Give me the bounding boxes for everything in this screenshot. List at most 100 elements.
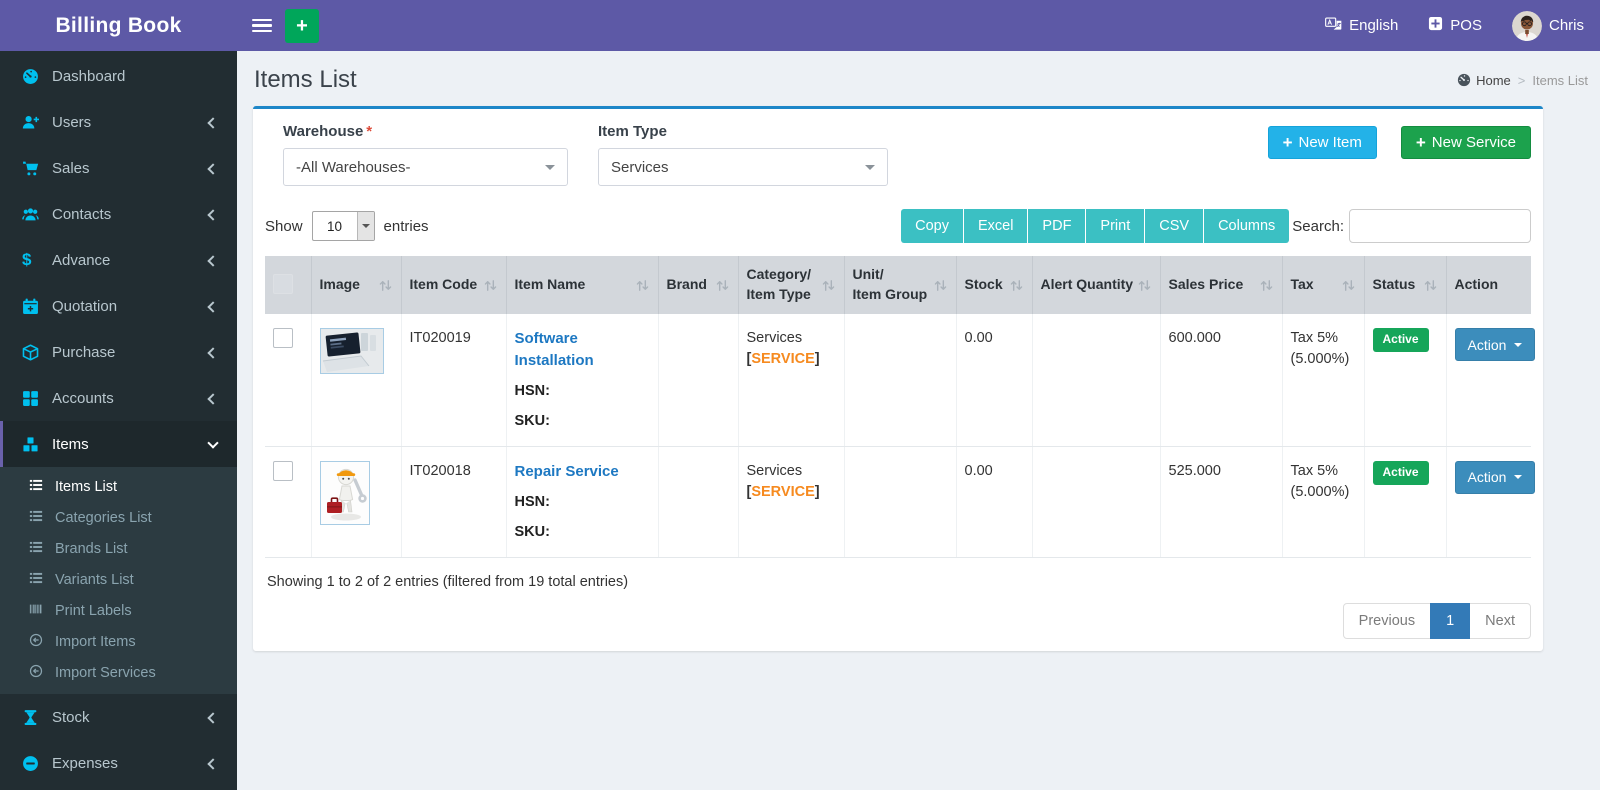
submenu-items-list[interactable]: Items List [0, 471, 237, 502]
column-header-item-name[interactable]: Item Name [506, 256, 659, 314]
search-input[interactable] [1349, 209, 1531, 243]
stock-value: 0.00 [964, 462, 993, 479]
breadcrumb-home-link[interactable]: Home [1457, 73, 1511, 88]
page-length-select[interactable]: 10 [311, 211, 375, 241]
column-header-brand[interactable]: Brand [658, 256, 739, 314]
export-copy-button[interactable]: Copy [901, 209, 963, 243]
submenu-import-items[interactable]: Import Items [0, 626, 237, 657]
hamburger-menu-icon[interactable] [252, 18, 272, 33]
user-plus-icon [22, 114, 52, 131]
sidebar-item-accounts[interactable]: Accounts [0, 375, 237, 421]
table-row: IT020019 Software Installation HSN: SKU:… [265, 314, 1536, 447]
action-dropdown-button[interactable]: Action [1454, 460, 1536, 494]
tax-value: Tax 5% [1290, 330, 1339, 346]
sidebar-item-advance[interactable]: $ Advance [0, 237, 237, 283]
item-name-link[interactable]: Repair Service [515, 461, 619, 483]
item-type-select-value: Services [611, 158, 669, 176]
language-menu[interactable]: English [1325, 16, 1398, 35]
row-checkbox[interactable] [273, 328, 293, 348]
chevron-left-icon [207, 162, 219, 175]
language-icon [1325, 16, 1342, 35]
chevron-left-icon [207, 711, 219, 724]
submenu-brands-list[interactable]: Brands List [0, 533, 237, 564]
pagination-page-1[interactable]: 1 [1430, 602, 1471, 639]
sidebar-item-label: Expenses [52, 754, 118, 772]
action-dropdown-button[interactable]: Action [1454, 328, 1536, 361]
row-checkbox[interactable] [273, 460, 293, 481]
quick-add-button[interactable]: + [285, 8, 319, 43]
chevron-left-icon [207, 346, 219, 359]
brand-logo[interactable]: Billing Book [0, 0, 237, 51]
select-all-checkbox[interactable] [273, 273, 293, 294]
required-asterisk: * [366, 123, 373, 140]
column-header-stock[interactable]: Stock [956, 256, 1033, 314]
caret-down-icon [865, 164, 875, 175]
plus-square-icon [1428, 16, 1443, 35]
chevron-down-icon [207, 436, 219, 449]
sidebar-item-expenses[interactable]: Expenses [0, 740, 237, 786]
sidebar-item-contacts[interactable]: Contacts [0, 191, 237, 237]
items-list-card: Warehouse * -All Warehouses- Item Type Se… [253, 106, 1543, 651]
item-type-select[interactable]: Services [598, 148, 888, 186]
sort-icon [484, 279, 496, 291]
item-name-link[interactable]: Software Installation [515, 328, 650, 372]
topbar-main: + English POS Chris [237, 0, 1600, 51]
sidebar-item-items[interactable]: Items [0, 421, 237, 467]
users-group-icon [22, 206, 52, 223]
export-excel-button[interactable]: Excel [962, 209, 1028, 243]
column-header-sales-price[interactable]: Sales Price [1160, 256, 1283, 314]
sidebar-item-label: Quotation [52, 297, 118, 315]
submenu-import-services[interactable]: Import Services [0, 657, 237, 688]
item-type-label: Item Type [598, 123, 667, 140]
item-image-repair-mascot [319, 460, 370, 525]
sidebar-item-purchase[interactable]: Purchase [0, 329, 237, 375]
sidebar-item-users[interactable]: Users [0, 99, 237, 145]
export-print-button[interactable]: Print [1085, 209, 1145, 243]
list-icon [29, 509, 55, 527]
user-menu[interactable]: Chris [1511, 10, 1584, 41]
column-header-image[interactable]: Image [311, 256, 402, 314]
pos-button[interactable]: POS [1428, 16, 1482, 35]
submenu-print-labels[interactable]: Print Labels [0, 595, 237, 626]
select-all-header[interactable] [265, 256, 312, 314]
table-header-row: Image Item Code Item Name Brand Category… [265, 256, 1531, 314]
search-label: Search: [1292, 217, 1344, 235]
sidebar-item-dashboard[interactable]: Dashboard [0, 53, 237, 99]
caret-down-icon [545, 164, 555, 175]
minus-circle-icon [22, 755, 52, 772]
sidebar-item-stock[interactable]: Stock [0, 694, 237, 740]
sidebar-item-quotation[interactable]: Quotation [0, 283, 237, 329]
export-columns-button[interactable]: Columns [1203, 209, 1290, 243]
submenu-label: Items List [55, 478, 118, 495]
column-header-tax[interactable]: Tax [1282, 256, 1365, 314]
sidebar-item-sales[interactable]: Sales [0, 145, 237, 191]
new-item-button[interactable]: + New Item [1267, 126, 1377, 159]
export-csv-button[interactable]: CSV [1144, 209, 1204, 243]
import-circle-icon [29, 664, 55, 682]
export-pdf-button[interactable]: PDF [1027, 209, 1086, 243]
new-service-button[interactable]: + New Service [1400, 126, 1531, 159]
entries-summary: Showing 1 to 2 of 2 entries (filtered fr… [267, 573, 629, 590]
item-code: IT020018 [409, 462, 471, 479]
sort-icon [636, 279, 648, 291]
column-header-alert-quantity[interactable]: Alert Quantity [1032, 256, 1161, 314]
main-content: Items List Home > Items List Warehouse* [237, 51, 1600, 790]
pagination-next[interactable]: Next [1469, 602, 1531, 639]
submenu-variants-list[interactable]: Variants List [0, 564, 237, 595]
column-header-category-item-type[interactable]: Category/Item Type [738, 256, 845, 314]
cart-icon [22, 160, 52, 177]
column-header-item-code[interactable]: Item Code [401, 256, 507, 314]
category-value: Services [746, 462, 803, 479]
hsn-label: HSN: [514, 382, 550, 399]
submenu-categories-list[interactable]: Categories List [0, 502, 237, 533]
warehouse-select[interactable]: -All Warehouses- [283, 148, 568, 186]
column-header-unit-item-group[interactable]: Unit/Item Group [844, 256, 957, 314]
status-badge: Active [1372, 460, 1429, 486]
breadcrumb-home-label: Home [1476, 72, 1511, 88]
chevron-left-icon [207, 116, 219, 129]
submenu-label: Import Items [55, 633, 136, 650]
import-circle-icon [29, 633, 55, 651]
pagination-previous[interactable]: Previous [1342, 602, 1432, 639]
sidebar-item-label: Dashboard [52, 67, 126, 85]
column-header-status[interactable]: Status [1364, 256, 1447, 314]
